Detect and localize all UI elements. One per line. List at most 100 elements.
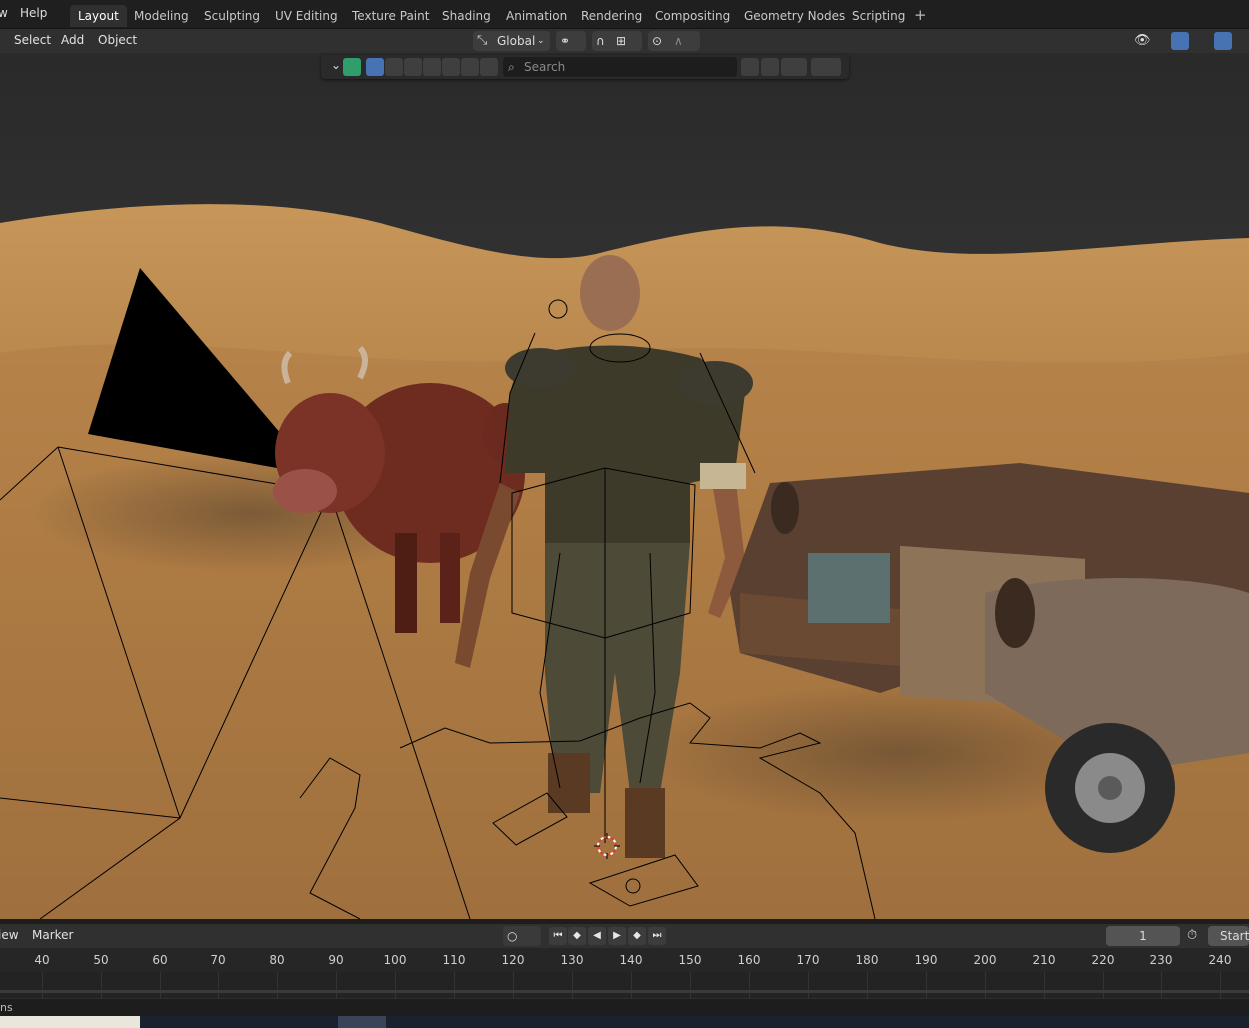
hierarchy-dropdown-icon[interactable]: [781, 58, 807, 76]
search-placeholder: Search: [524, 60, 566, 74]
transform-orientation-dropdown[interactable]: ⤡ Global ⌄: [473, 31, 550, 51]
search-input[interactable]: ⌕ Search: [503, 57, 737, 77]
tab-compositing[interactable]: Compositing: [647, 5, 738, 27]
timeline-ruler[interactable]: 40 50 60 70 80 90 100 110 120 130 140 15…: [0, 948, 1249, 972]
jump-start-icon[interactable]: ⏮: [549, 927, 567, 945]
timeline-scrollbar[interactable]: [0, 990, 1249, 993]
menu-marker[interactable]: Marker: [32, 928, 73, 942]
timeline-header: iew Marker ○ ⏮ ◆ ◀ ▶ ◆ ⏭ 1 ⏱ Start: [0, 924, 1249, 948]
ruler-tick: 130: [560, 953, 584, 967]
timeline-track[interactable]: [0, 972, 1249, 998]
orientation-label: Global: [497, 34, 536, 48]
gizmo-icon: [1171, 32, 1189, 50]
menu-view[interactable]: iew: [0, 928, 19, 942]
3d-viewport[interactable]: [0, 53, 1249, 919]
ruler-tick: 120: [501, 953, 525, 967]
ruler-tick: 90: [328, 953, 344, 967]
menu-help[interactable]: Help: [20, 6, 47, 20]
ruler-tick: 40: [34, 953, 50, 967]
snap-target-icon: ⊞: [616, 34, 627, 48]
ruler-tick: 160: [737, 953, 761, 967]
tab-geometry-nodes[interactable]: Geometry Nodes: [736, 5, 853, 27]
ruler-tick: 200: [973, 953, 997, 967]
tab-sculpting[interactable]: Sculpting: [196, 5, 268, 27]
menu-object[interactable]: Object: [98, 33, 137, 47]
pivot-icon: ⚭: [560, 34, 571, 48]
status-text: ns: [0, 1001, 13, 1014]
taskbar-thumbnail[interactable]: [338, 1016, 386, 1028]
visibility-dropdown[interactable]: 👁: [1131, 31, 1165, 51]
menu-select[interactable]: Select: [14, 33, 51, 47]
ruler-tick: 50: [93, 953, 109, 967]
stopwatch-icon[interactable]: ⏱: [1187, 928, 1197, 943]
ruler-tick: 240: [1208, 953, 1232, 967]
filter-funnel-icon[interactable]: [811, 58, 841, 76]
ruler-tick: 230: [1149, 953, 1173, 967]
pivot-point-dropdown[interactable]: ⚭: [556, 31, 586, 51]
jump-end-icon[interactable]: ⏭: [648, 927, 666, 945]
tab-layout[interactable]: Layout: [70, 5, 127, 27]
filter-object-icon[interactable]: [480, 58, 498, 76]
ruler-tick: 180: [855, 953, 879, 967]
sort-icon[interactable]: [741, 58, 759, 76]
current-frame-field[interactable]: 1: [1106, 926, 1180, 946]
filter-collection-icon[interactable]: [461, 58, 479, 76]
proportional-editing-toggle[interactable]: ⊙ ∧: [648, 31, 700, 51]
bookmark-icon[interactable]: [761, 58, 779, 76]
ruler-tick: 100: [383, 953, 407, 967]
display-mode-icon[interactable]: [343, 58, 361, 76]
search-icon: ⌕: [508, 60, 515, 74]
plus-icon[interactable]: +: [914, 6, 927, 24]
keying-dropdown[interactable]: ○: [503, 926, 541, 946]
ruler-tick: 150: [678, 953, 702, 967]
tab-texture-paint[interactable]: Texture Paint: [344, 5, 437, 27]
menu-window[interactable]: w: [0, 6, 8, 20]
snapping-toggle[interactable]: ∩ ⊞: [592, 31, 642, 51]
overlays-dropdown[interactable]: [1212, 31, 1249, 51]
chevron-down-icon: ⌄: [537, 36, 545, 46]
viewport-header: Select Add Object ⤡ Global ⌄ ⚭ ∩ ⊞ ⊙ ∧ 👁: [0, 29, 1249, 53]
overlays-icon: [1214, 32, 1232, 50]
chevron-down-icon[interactable]: ⌄: [331, 58, 341, 72]
prev-keyframe-icon[interactable]: ◆: [568, 927, 586, 945]
orientation-icon: ⤡: [477, 33, 488, 48]
top-bar: w Help Layout Modeling Sculpting UV Edit…: [0, 0, 1249, 29]
filter-children-icon[interactable]: [442, 58, 460, 76]
tab-scripting[interactable]: Scripting: [844, 5, 913, 27]
outliner-toolbar: ⌄ ⌕ Search: [321, 55, 849, 79]
scene-render: [0, 53, 1249, 919]
ruler-tick: 110: [442, 953, 466, 967]
play-reverse-icon[interactable]: ◀: [588, 927, 606, 945]
tab-shading[interactable]: Shading: [434, 5, 499, 27]
ruler-tick: 60: [152, 953, 168, 967]
proportional-icon: ⊙: [652, 34, 663, 48]
record-icon: ○: [507, 929, 518, 943]
ruler-tick: 70: [210, 953, 226, 967]
eye-icon: 👁: [1134, 33, 1151, 48]
taskbar-thumbnail[interactable]: [0, 1016, 140, 1028]
menu-add[interactable]: Add: [61, 33, 84, 47]
filter-solid-icon[interactable]: [385, 58, 403, 76]
tab-modeling[interactable]: Modeling: [126, 5, 197, 27]
play-icon[interactable]: ▶: [608, 927, 626, 945]
next-keyframe-icon[interactable]: ◆: [628, 927, 646, 945]
tab-animation[interactable]: Animation: [498, 5, 575, 27]
magnet-icon: ∩: [596, 34, 605, 48]
ruler-tick: 170: [796, 953, 820, 967]
os-taskbar: [0, 1016, 1249, 1028]
gizmo-dropdown[interactable]: [1169, 31, 1205, 51]
ruler-tick: 220: [1091, 953, 1115, 967]
status-bar: ns: [0, 998, 1249, 1016]
start-frame-field[interactable]: Start: [1208, 926, 1249, 946]
ruler-tick: 80: [269, 953, 285, 967]
filter-selectable-icon[interactable]: [366, 58, 384, 76]
ruler-tick: 210: [1032, 953, 1056, 967]
ruler-tick: 140: [619, 953, 643, 967]
falloff-icon: ∧: [674, 34, 683, 48]
tab-uv-editing[interactable]: UV Editing: [267, 5, 346, 27]
tab-rendering[interactable]: Rendering: [573, 5, 650, 27]
filter-rendered-icon[interactable]: [423, 58, 441, 76]
filter-material-icon[interactable]: [404, 58, 422, 76]
current-frame-value: 1: [1139, 929, 1147, 943]
ruler-tick: 190: [914, 953, 938, 967]
